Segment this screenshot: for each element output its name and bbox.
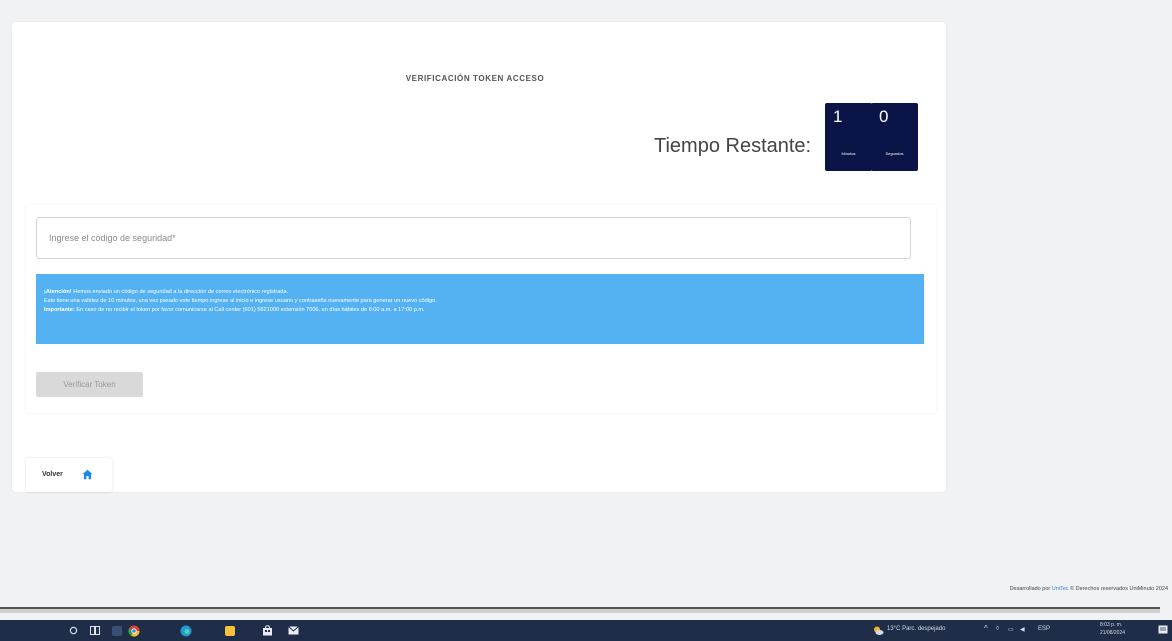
timer-seconds-unit: Segundos <box>885 151 904 156</box>
page-title: VERIFICACIÓN TOKEN ACCESO <box>405 74 545 83</box>
timer-minutes-unit: Minutos <box>841 151 856 156</box>
info-line-1-strong: ¡Atención! <box>44 289 72 295</box>
verify-token-button[interactable]: Verificar Token <box>36 372 143 397</box>
weather-icon[interactable] <box>873 625 884 636</box>
store-icon[interactable] <box>262 625 273 636</box>
volume-icon[interactable]: ◀ <box>1020 626 1025 633</box>
timer-minutes: 1 Minutos <box>825 103 872 171</box>
info-line-2: Este tiene una validez de 10 minutos, un… <box>44 298 437 304</box>
footer-credits: Desarrollado por UniTec © Derechos reser… <box>1010 586 1168 592</box>
footer-divider-line <box>0 607 1160 609</box>
timer-label: Tiempo Restante: <box>654 135 812 157</box>
info-line-1: ¡Atención! Hemos enviado un código de se… <box>44 288 916 297</box>
back-button[interactable]: Volver <box>26 458 112 492</box>
page: VERIFICACIÓN TOKEN ACCESO Tiempo Restant… <box>0 0 1172 641</box>
back-button-label: Volver <box>42 471 63 478</box>
network-icon[interactable]: ◊ <box>996 626 999 632</box>
verification-form: ¡Atención! Hemos enviado un código de se… <box>26 205 936 413</box>
info-alert: ¡Atención! Hemos enviado un código de se… <box>36 274 924 344</box>
search-icon[interactable] <box>69 626 78 635</box>
info-line-3: Importante: En caso de no recibir el tok… <box>44 306 916 315</box>
footer-prefix: Desarrollado por <box>1009 586 1052 592</box>
info-line-3-strong: Importante: <box>44 307 75 313</box>
security-code-input[interactable] <box>36 217 911 259</box>
chevron-up-icon[interactable]: ^ <box>984 624 988 633</box>
task-view-icon[interactable] <box>90 626 100 635</box>
clock-time: 8:03 p. m. <box>1100 622 1123 628</box>
timer-minutes-value: 1 <box>833 107 843 126</box>
info-line-1-text: Hemos enviado un código de seguridad a l… <box>71 289 289 295</box>
clock-date: 21/08/2024 <box>1100 630 1126 636</box>
footer-suffix: © Derechos reservados UniMinuto 2024 <box>1068 586 1168 592</box>
notifications-icon[interactable] <box>1158 625 1168 635</box>
file-explorer-icon[interactable] <box>225 626 235 636</box>
footer-link[interactable]: UniTec <box>1052 586 1069 592</box>
weather-text[interactable]: 13°C Parc. despejado <box>887 626 945 632</box>
info-line-3-text: En caso de no recibir el token por favor… <box>74 307 425 313</box>
timer-seconds: 0 Segundos <box>871 103 918 171</box>
battery-icon[interactable]: ▭ <box>1008 626 1014 633</box>
chrome-icon[interactable] <box>128 625 140 637</box>
windows-taskbar: 13°C Parc. despejado ^ ◊ ▭ ◀ ESP 8:03 p.… <box>0 620 1172 641</box>
edge-icon[interactable] <box>180 625 192 637</box>
clock[interactable]: 8:03 p. m. 21/08/2024 <box>1100 621 1142 637</box>
timer-seconds-value: 0 <box>879 107 889 126</box>
home-icon <box>82 469 93 480</box>
active-app-highlight-icon[interactable] <box>112 626 122 636</box>
mail-icon[interactable] <box>288 626 299 635</box>
language-indicator[interactable]: ESP <box>1038 626 1050 632</box>
